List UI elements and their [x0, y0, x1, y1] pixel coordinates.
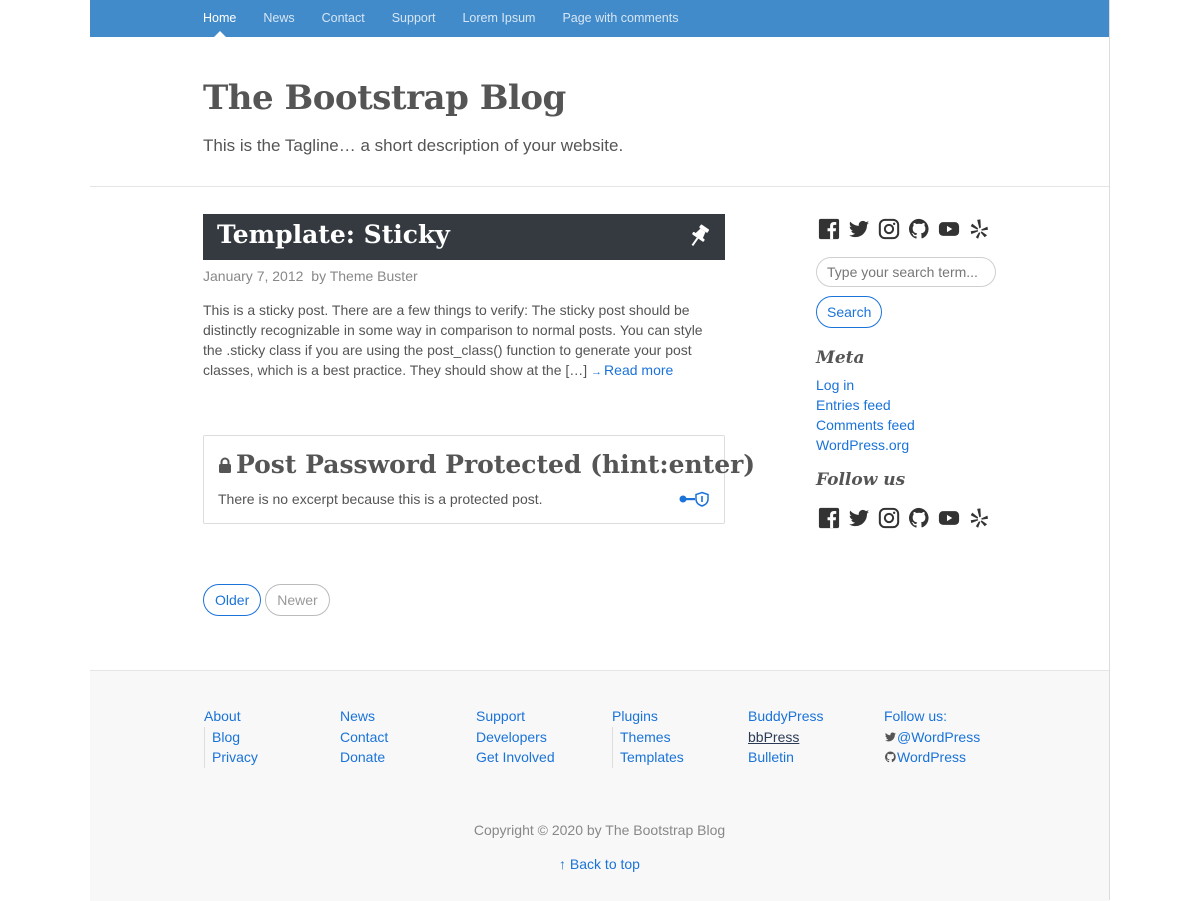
nav-menu: Home News Contact Support Lorem Ipsum Pa…	[203, 0, 705, 37]
footer-link-support[interactable]: Support	[476, 706, 555, 727]
social-links-top	[818, 217, 998, 241]
footer-link-buddypress[interactable]: BuddyPress	[748, 706, 823, 727]
footer-github-label: WordPress	[897, 749, 966, 765]
site-footer: About Blog Privacy News Contact Donate S…	[90, 670, 1109, 901]
footer-column-support: Support Developers Get Involved	[476, 706, 555, 768]
nav-item-news[interactable]: News	[263, 0, 294, 37]
footer-link-plugins[interactable]: Plugins	[612, 706, 684, 727]
twitter-icon[interactable]	[848, 506, 870, 530]
read-more-link[interactable]: → Read more	[591, 362, 673, 378]
nav-item-support[interactable]: Support	[392, 0, 436, 37]
footer-link-github[interactable]: WordPress	[884, 747, 980, 768]
read-more-label: Read more	[604, 362, 674, 378]
nav-item-home[interactable]: Home	[203, 0, 236, 37]
top-nav: Home News Contact Support Lorem Ipsum Pa…	[90, 0, 1109, 37]
footer-link-templates[interactable]: Templates	[620, 747, 684, 768]
meta-link-comments-feed[interactable]: Comments feed	[816, 415, 915, 435]
meta-link-log-in[interactable]: Log in	[816, 375, 915, 395]
footer-link-about[interactable]: About	[204, 706, 258, 727]
footer-twitter-label: @WordPress	[897, 728, 981, 745]
meta-link-wordpress-org[interactable]: WordPress.org	[816, 435, 915, 455]
meta-link-entries-feed[interactable]: Entries feed	[816, 395, 915, 415]
protected-post-card: Post Password Protected (hint:enter) The…	[203, 435, 755, 524]
search-button[interactable]: Search	[816, 296, 883, 328]
footer-link-news[interactable]: News	[340, 706, 388, 727]
protected-post-title-text: Post Password Protected (hint:enter)	[236, 450, 756, 479]
footer-link-privacy[interactable]: Privacy	[212, 747, 258, 768]
post-author[interactable]: by Theme Buster	[311, 268, 417, 284]
footer-follow-heading: Follow us:	[884, 708, 948, 724]
older-posts-button[interactable]: Older	[203, 584, 262, 616]
footer-link-donate[interactable]: Donate	[340, 747, 388, 768]
follow-widget-title: Follow us	[816, 470, 906, 490]
sticky-post-excerpt: This is a sticky post. There are a few t…	[203, 300, 723, 382]
footer-column-buddypress: BuddyPress bbPress Bulletin	[748, 706, 823, 768]
twitter-icon	[885, 732, 896, 741]
footer-link-bbpress[interactable]: bbPress	[748, 727, 823, 748]
yelp-icon[interactable]	[968, 506, 990, 530]
protected-post-message: There is no excerpt because this is a pr…	[218, 491, 543, 507]
back-to-top-link[interactable]: ↑ Back to top	[559, 856, 640, 872]
footer-link-bulletin[interactable]: Bulletin	[748, 747, 823, 768]
footer-sublist: Blog Privacy	[204, 726, 258, 768]
github-icon	[885, 751, 896, 763]
footer-link-blog[interactable]: Blog	[212, 727, 258, 748]
key-shield-icon	[679, 491, 709, 507]
footer-link-themes[interactable]: Themes	[620, 727, 684, 748]
nav-item-page-with-comments[interactable]: Page with comments	[562, 0, 678, 37]
footer-link-get-involved[interactable]: Get Involved	[476, 747, 555, 768]
page: Home News Contact Support Lorem Ipsum Pa…	[90, 0, 1110, 901]
instagram-icon[interactable]	[878, 217, 900, 241]
newer-posts-button: Newer	[265, 584, 330, 616]
twitter-icon[interactable]	[848, 217, 870, 241]
arrow-right-icon: →	[591, 366, 603, 378]
post-date[interactable]: January 7, 2012	[203, 268, 303, 284]
sticky-post-meta: January 7, 2012 by Theme Buster	[203, 268, 418, 284]
nav-item-contact[interactable]: Contact	[322, 0, 365, 37]
github-icon[interactable]	[908, 217, 930, 241]
meta-links: Log in Entries feed Comments feed WordPr…	[816, 375, 915, 455]
footer-sublist: Themes Templates	[612, 726, 684, 768]
social-links-bottom	[818, 506, 998, 530]
sticky-post-header: Template: Sticky	[203, 214, 725, 260]
lock-icon	[219, 457, 231, 473]
site-tagline: This is the Tagline… a short description…	[203, 136, 624, 155]
footer-link-contact[interactable]: Contact	[340, 727, 388, 748]
footer-column-plugins: Plugins Themes Templates	[612, 706, 684, 768]
post-pagination: Older Newer	[203, 584, 334, 616]
header-divider	[90, 186, 1109, 187]
back-to-top-container: ↑ Back to top	[90, 856, 1109, 872]
github-icon[interactable]	[908, 506, 930, 530]
facebook-icon[interactable]	[818, 217, 840, 241]
sticky-post-title[interactable]: Template: Sticky	[217, 220, 450, 249]
instagram-icon[interactable]	[878, 506, 900, 530]
protected-post-title[interactable]: Post Password Protected (hint:enter)	[218, 450, 755, 479]
pushpin-icon	[691, 224, 710, 246]
footer-link-developers[interactable]: Developers	[476, 727, 555, 748]
footer-link-twitter[interactable]: @WordPress	[884, 727, 980, 748]
search-input[interactable]	[816, 257, 996, 287]
facebook-icon[interactable]	[818, 506, 840, 530]
youtube-icon[interactable]	[938, 506, 960, 530]
site-title[interactable]: The Bootstrap Blog	[203, 78, 566, 118]
meta-widget-title: Meta	[816, 348, 865, 368]
footer-column-news: News Contact Donate	[340, 706, 388, 768]
youtube-icon[interactable]	[938, 217, 960, 241]
copyright-text: Copyright © 2020 by The Bootstrap Blog	[473, 822, 726, 838]
yelp-icon[interactable]	[968, 217, 990, 241]
footer-column-follow: Follow us: @WordPress WordPress	[884, 706, 980, 768]
footer-column-about: About Blog Privacy	[204, 706, 258, 768]
nav-item-lorem-ipsum[interactable]: Lorem Ipsum	[462, 0, 535, 37]
